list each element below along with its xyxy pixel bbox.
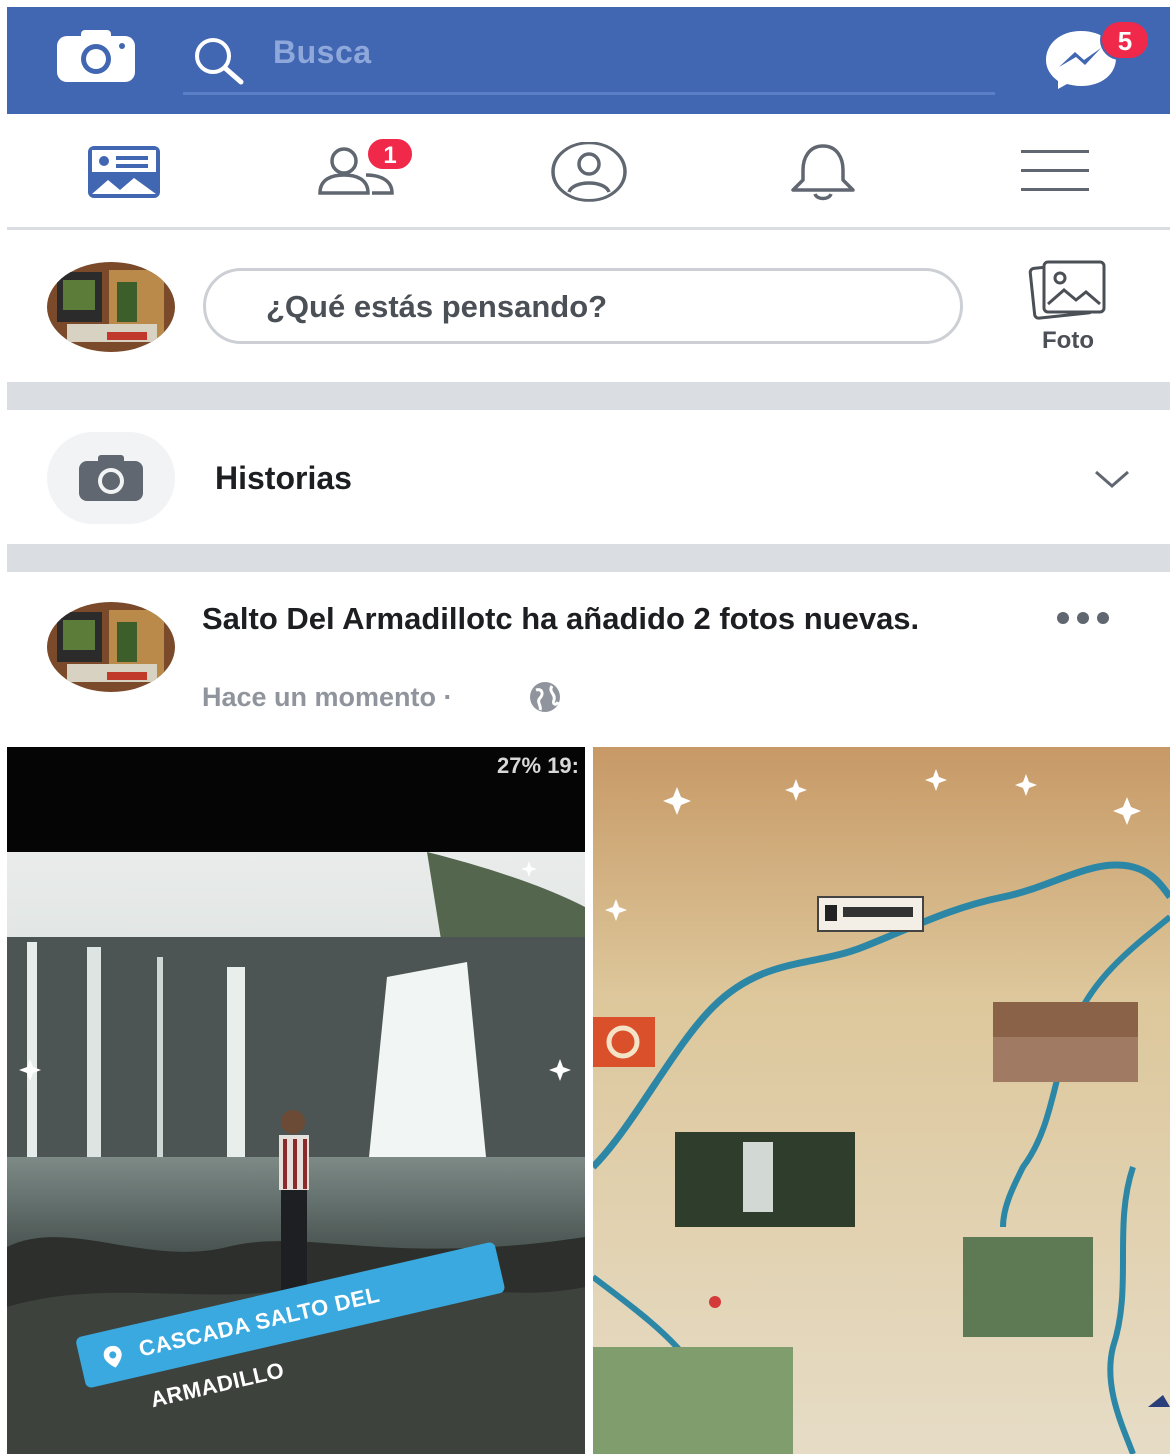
post-title[interactable]: Salto Del Armadillotc ha añadido 2 fotos… bbox=[202, 600, 1002, 638]
section-divider bbox=[7, 382, 1170, 410]
messenger-badge: 5 bbox=[1100, 20, 1150, 60]
location-pin-icon bbox=[103, 1345, 122, 1368]
phone-status-text: 27% 19: bbox=[497, 753, 579, 778]
post-photo-map[interactable] bbox=[593, 747, 1170, 1454]
search-icon bbox=[195, 38, 244, 85]
stories-camera-button[interactable] bbox=[47, 432, 175, 524]
post-timestamp[interactable]: Hace un momento · bbox=[202, 682, 453, 713]
globe-icon bbox=[530, 682, 560, 712]
tab-news-feed[interactable] bbox=[86, 144, 162, 200]
section-divider bbox=[7, 544, 1170, 572]
photo-icon[interactable] bbox=[1028, 258, 1108, 320]
camera-icon[interactable] bbox=[55, 28, 137, 84]
chevron-down-icon[interactable] bbox=[1092, 466, 1132, 492]
tab-notifications[interactable] bbox=[785, 140, 861, 202]
friends-badge: 1 bbox=[365, 136, 415, 172]
map-image bbox=[593, 747, 1170, 1454]
search-input[interactable]: Busca bbox=[273, 34, 372, 71]
avatar[interactable] bbox=[47, 262, 175, 352]
post-author-avatar[interactable] bbox=[47, 602, 175, 692]
camera-icon bbox=[79, 455, 143, 501]
search-bar[interactable]: Busca bbox=[183, 20, 995, 95]
stories-title[interactable]: Historias bbox=[215, 460, 352, 497]
photo-label[interactable]: Foto bbox=[1020, 327, 1116, 355]
more-options-icon[interactable] bbox=[1055, 608, 1111, 628]
tab-profile[interactable] bbox=[549, 142, 629, 202]
status-composer-input[interactable]: ¿Qué estás pensando? bbox=[203, 268, 963, 344]
composer-placeholder: ¿Qué estás pensando? bbox=[266, 289, 608, 324]
tab-menu[interactable] bbox=[1019, 148, 1091, 194]
